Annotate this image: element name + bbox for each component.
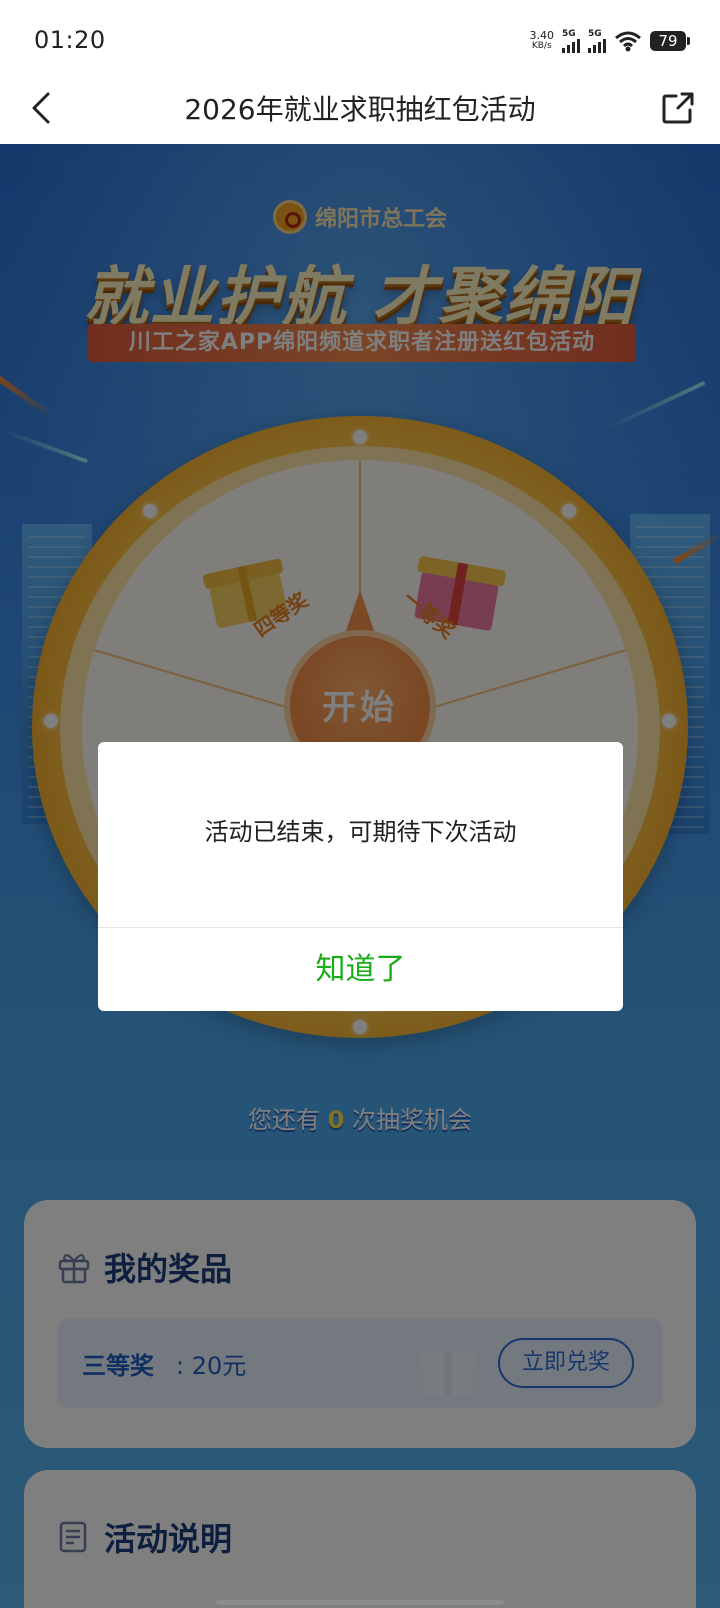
wifi-icon [615,31,641,52]
status-time: 01:20 [34,26,106,54]
network-speed: 3.40 KB/s [530,30,555,52]
activity-ended-dialog: 活动已结束，可期待下次活动 知道了 [98,742,623,1011]
network-speed-value: 3.40 [529,29,555,42]
network-speed-unit: KB/s [531,41,552,51]
nav-bar: 2026年就业求职抽红包活动 [0,72,720,144]
home-indicator[interactable] [216,1600,504,1605]
dialog-confirm-button[interactable]: 知道了 [98,928,623,1011]
sim1-label: 5G [562,28,576,39]
page-title: 2026年就业求职抽红包活动 [184,93,536,126]
share-icon[interactable] [656,86,700,130]
chevron-left-icon[interactable] [22,86,66,130]
battery-icon: 79 [650,31,690,51]
status-icons: 3.40 KB/s 5G 5G 79 [530,26,690,56]
signal-icon-sim1: 5G [562,28,580,53]
status-bar: 01:20 3.40 KB/s 5G 5G 79 [0,0,720,72]
dialog-message: 活动已结束，可期待下次活动 [204,818,517,846]
sim2-label: 5G [588,28,602,39]
signal-icon-sim2: 5G [588,28,606,53]
